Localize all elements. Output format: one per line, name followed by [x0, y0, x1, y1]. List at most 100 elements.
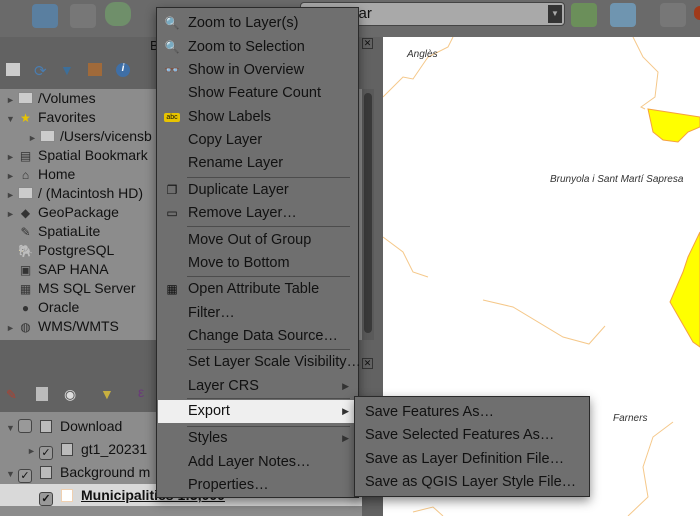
expand-arrow-icon[interactable]: ► [6, 319, 18, 338]
browser-item[interactable]: ▦ MS SQL Server [6, 279, 136, 298]
menu-item-duplicate-layer[interactable]: ❐ Duplicate Layer [158, 179, 357, 202]
layer-item-label: gt1_20231 [81, 441, 148, 457]
menu-item-styles[interactable]: Styles ▶ [158, 427, 357, 450]
expand-arrow-icon[interactable]: ▼ [6, 417, 18, 439]
menu-item-export[interactable]: Export ▶ [158, 400, 357, 423]
map-icon[interactable] [571, 3, 597, 27]
spatialite-icon: ✎ [20, 225, 31, 239]
group-icon [61, 443, 73, 456]
menu-item-properties[interactable]: Properties… [158, 474, 357, 497]
map-label: Farners [613, 413, 648, 424]
browser-item[interactable]: 🐘 PostgreSQL [6, 241, 114, 260]
menu-item-label: Copy Layer [188, 132, 263, 148]
layer-visibility-checkbox[interactable]: ✓ [18, 469, 32, 483]
menu-item-zoom-to-layer-s[interactable]: 🔍 Zoom to Layer(s) [158, 12, 357, 35]
mssql-icon: ▦ [19, 282, 32, 296]
browser-item-label: Home [38, 166, 76, 182]
menu-item-filter[interactable]: Filter… [158, 302, 357, 325]
menu-item-zoom-to-selection[interactable]: 🔍 Zoom to Selection [158, 36, 357, 59]
boundary-line [482, 299, 606, 345]
menu-item-change-data-source[interactable]: Change Data Source… [158, 325, 357, 348]
browser-item[interactable]: ✎ SpatiaLite [6, 222, 100, 241]
export-menu-item[interactable]: Save as QGIS Layer Style File… [365, 471, 576, 494]
menu-item-label: Export [188, 403, 230, 419]
export-menu-item[interactable]: Save as Layer Definition File… [365, 448, 564, 471]
browser-item-label: /Volumes [38, 90, 96, 106]
browser-item-label: Oracle [38, 299, 80, 315]
menu-item-move-to-bottom[interactable]: Move to Bottom [158, 252, 357, 275]
menu-item-label: Add Layer Notes… [188, 454, 311, 470]
close-panel-icon[interactable]: ✕ [362, 38, 373, 49]
menu-item-add-layer-notes[interactable]: Add Layer Notes… [158, 451, 357, 474]
map-label: Anglès [407, 49, 438, 60]
calendar-icon[interactable] [660, 3, 686, 27]
folder-icon [18, 92, 33, 104]
map-label: Brunyola i Sant Martí Sapresa [550, 174, 684, 185]
filter-icon[interactable]: ▼ [60, 62, 74, 78]
wms-icon: ◍ [20, 320, 31, 334]
eye-icon[interactable]: ◉ [64, 386, 76, 403]
layer-styling-icon[interactable]: ✎ [6, 387, 17, 403]
layer-visibility-checkbox[interactable]: ✓ [39, 446, 53, 460]
menu-item-show-in-overview[interactable]: 👓 Show in Overview [158, 59, 357, 82]
add-feature-icon[interactable] [70, 4, 96, 28]
browser-item[interactable]: ►/Users/vicensb [28, 127, 152, 146]
menu-separator [187, 426, 350, 427]
oracle-icon: ● [21, 301, 30, 315]
layer-item[interactable]: ▼ Download [6, 415, 122, 437]
add-layer-icon[interactable] [6, 63, 20, 76]
layer-visibility-checkbox[interactable] [18, 419, 32, 433]
expand-arrow-icon[interactable]: ▼ [6, 110, 18, 129]
filter-legend-icon[interactable]: ▼ [100, 386, 114, 402]
menu-item-label: Styles [188, 430, 228, 446]
menu-item-copy-layer[interactable]: Copy Layer [158, 129, 357, 152]
menu-item-set-layer-scale-visibility[interactable]: Set Layer Scale Visibility… [158, 351, 361, 374]
menu-item-rename-layer[interactable]: Rename Layer [158, 152, 357, 175]
expand-arrow-icon[interactable]: ▼ [6, 463, 18, 485]
menu-item-remove-layer[interactable]: ▭ Remove Layer… [158, 202, 357, 225]
polygon-tool-icon[interactable] [105, 2, 131, 26]
layer-context-menu: 🔍 Zoom to Layer(s) 🔍 Zoom to Selection 👓 Show… [156, 7, 361, 498]
add-group-icon[interactable] [36, 387, 48, 401]
municipality-polygon [647, 108, 700, 143]
layer-visibility-checkbox[interactable]: ✓ [39, 492, 53, 506]
menu-item-label: Rename Layer [188, 155, 284, 171]
bookmark-icon: ▤ [19, 149, 32, 163]
browser-scrollbar[interactable] [362, 89, 374, 340]
layer-item[interactable]: ▼ ✓ Background m [6, 461, 150, 483]
close-panel-icon[interactable]: ✕ [362, 358, 373, 369]
chevron-down-icon[interactable]: ▼ [548, 5, 562, 23]
boundary-line [412, 506, 444, 516]
labels-icon: abc [164, 113, 180, 122]
menu-separator [187, 398, 350, 399]
refresh-icon[interactable]: ⟳ [34, 62, 47, 80]
info-icon[interactable]: i [116, 63, 130, 77]
browser-item[interactable]: ► ◍ WMS/WMTS [6, 317, 119, 336]
collapse-all-icon[interactable] [88, 63, 102, 76]
browser-item[interactable]: ► ▤ Spatial Bookmark [6, 146, 148, 165]
export-menu-item[interactable]: Save Selected Features As… [365, 424, 554, 447]
browser-item[interactable]: ►/Volumes [6, 89, 96, 108]
menu-item-label: Show Labels [188, 109, 272, 125]
menu-item-label: Move Out of Group [188, 232, 312, 248]
menu-item-move-out-of-group[interactable]: Move Out of Group [158, 229, 357, 252]
expression-filter-icon[interactable]: ε [138, 384, 144, 400]
select-feature-icon[interactable] [32, 4, 58, 28]
browser-item[interactable]: ● Oracle [6, 298, 79, 317]
browser-item[interactable]: ► / (Macintosh HD) [6, 184, 143, 203]
browser-item[interactable]: ▼ ★ Favorites [6, 108, 96, 127]
expand-arrow-icon[interactable]: ► [27, 440, 39, 462]
browser-item[interactable]: ▣ SAP HANA [6, 260, 109, 279]
layers-stack-icon[interactable] [610, 3, 636, 27]
menu-item-label: Zoom to Selection [188, 39, 305, 55]
menu-item-layer-crs[interactable]: Layer CRS ▶ [158, 375, 357, 398]
menu-item-label: Duplicate Layer [188, 182, 289, 198]
browser-item[interactable]: ► ◆ GeoPackage [6, 203, 119, 222]
browser-item-label: PostgreSQL [38, 242, 115, 258]
menu-item-show-feature-count[interactable]: Show Feature Count [158, 82, 357, 105]
export-menu-item[interactable]: Save Features As… [365, 401, 494, 424]
menu-item-show-labels[interactable]: abc Show Labels [158, 106, 357, 129]
menu-item-open-attribute-table[interactable]: ▦ Open Attribute Table [158, 278, 357, 301]
layer-item[interactable]: ► ✓ gt1_20231 [27, 438, 147, 460]
browser-item[interactable]: ► ⌂ Home [6, 165, 75, 184]
